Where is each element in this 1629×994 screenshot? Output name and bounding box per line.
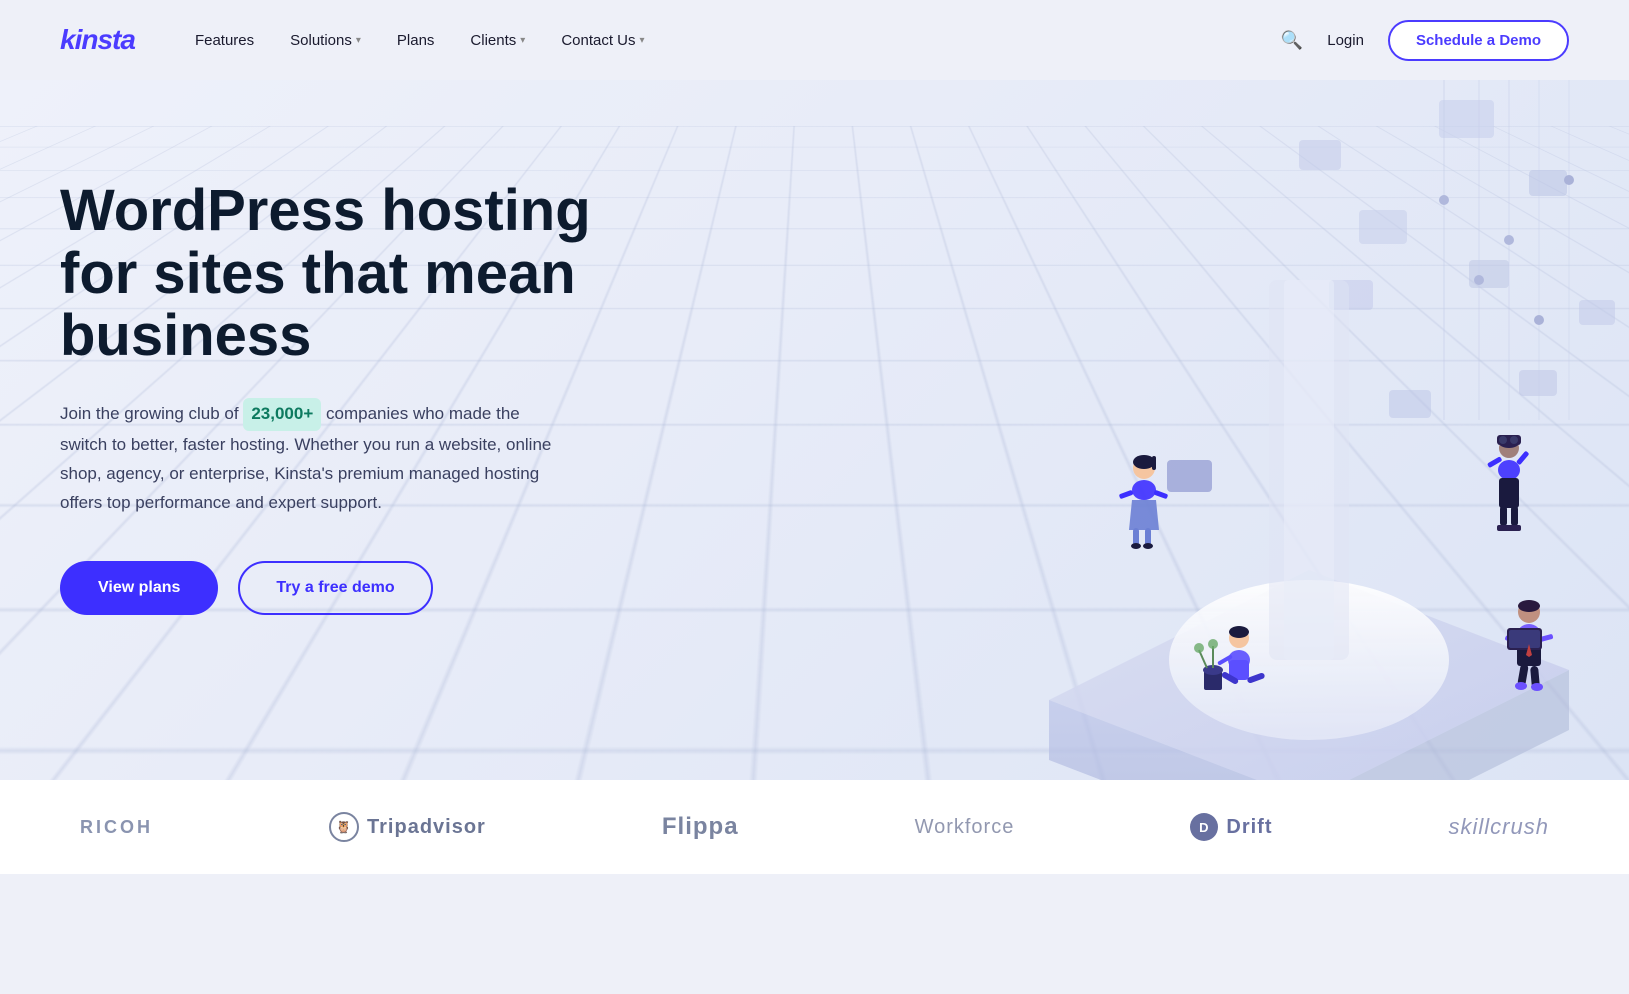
nav-item-plans[interactable]: Plans: [397, 32, 435, 49]
hero-buttons: View plans Try a free demo: [60, 561, 620, 615]
client-logo-flippa: Flippa: [662, 813, 739, 841]
chevron-down-icon: ▾: [640, 35, 645, 46]
nav-link-solutions[interactable]: Solutions ▾: [290, 32, 361, 49]
nav-item-clients[interactable]: Clients ▾: [470, 32, 525, 49]
hero-section: WordPress hosting for sites that mean bu…: [0, 80, 1629, 780]
nav-item-features[interactable]: Features: [195, 32, 254, 49]
companies-count-badge: 23,000+: [243, 398, 321, 431]
client-logo-drift: D Drift: [1190, 813, 1272, 841]
client-logo-skillcrush: skillcrush: [1449, 814, 1549, 840]
schedule-demo-button[interactable]: Schedule a Demo: [1388, 20, 1569, 61]
nav-link-plans[interactable]: Plans: [397, 32, 435, 49]
nav-right-actions: 🔍 Login Schedule a Demo: [1281, 20, 1569, 61]
tripadvisor-icon: 🦉: [329, 812, 359, 842]
nav-item-solutions[interactable]: Solutions ▾: [290, 32, 361, 49]
nav-link-clients[interactable]: Clients ▾: [470, 32, 525, 49]
navigation: kinsta Features Solutions ▾ Plans Client…: [0, 0, 1629, 80]
clients-bar: RICOH 🦉 Tripadvisor Flippa Workforce D D…: [0, 780, 1629, 874]
brand-logo[interactable]: kinsta: [60, 24, 135, 56]
try-demo-button[interactable]: Try a free demo: [238, 561, 432, 615]
chevron-down-icon: ▾: [520, 35, 525, 46]
client-logo-tripadvisor: 🦉 Tripadvisor: [329, 812, 486, 842]
hero-illustration: [849, 80, 1629, 780]
client-logo-ricoh: RICOH: [80, 817, 153, 838]
search-icon[interactable]: 🔍: [1281, 30, 1303, 51]
nav-link-features[interactable]: Features: [195, 32, 254, 49]
nav-link-contact[interactable]: Contact Us ▾: [561, 32, 644, 49]
chevron-down-icon: ▾: [356, 35, 361, 46]
hero-content: WordPress hosting for sites that mean bu…: [60, 120, 620, 615]
client-logo-workforce: Workforce: [915, 816, 1015, 839]
nav-item-contact[interactable]: Contact Us ▾: [561, 32, 644, 49]
drift-icon: D: [1190, 813, 1218, 841]
hero-description: Join the growing club of 23,000+ compani…: [60, 398, 560, 518]
view-plans-button[interactable]: View plans: [60, 561, 218, 615]
hero-title: WordPress hosting for sites that mean bu…: [60, 180, 620, 368]
login-link[interactable]: Login: [1327, 32, 1364, 49]
nav-links: Features Solutions ▾ Plans Clients ▾ Con…: [195, 32, 1281, 49]
